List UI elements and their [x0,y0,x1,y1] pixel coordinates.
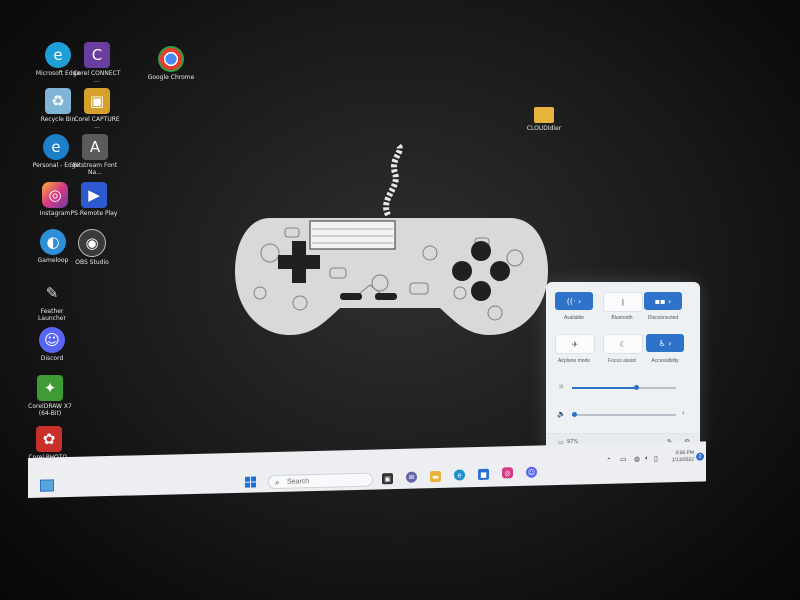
chevron-right-icon: › [665,296,672,306]
edge-icon: e [45,42,71,68]
store-button[interactable]: ■ [478,468,489,481]
edge-taskbar-button[interactable]: e [454,469,465,481]
vpn-toggle[interactable]: ▪▪ › [644,292,682,310]
file-explorer-icon: ▬ [432,472,439,481]
desktop-icon-google-chrome[interactable]: ● Google Chrome [146,46,196,81]
brightness-slider-fill [572,387,637,389]
font-navigator-icon: A [82,134,108,160]
desktop-icon-coreldraw[interactable]: ✦ CorelDRAW X7 (64-Bit) [25,375,75,417]
desktop-icon-obs-studio[interactable]: ◉ OBS Studio [67,229,117,266]
taskbar: ⌕ Search ▣ ✉ ▬ e ■ ◎ ☺ ⌃ ▭ ◍ ◖ ▯ 3:56 PM… [28,441,706,498]
clock-date: 1/13/2022 [671,456,694,464]
accessibility-toggle[interactable]: ♿ › [646,334,684,352]
airplane-icon: ✈ [571,339,579,349]
instagram-icon: ◎ [42,182,68,208]
task-view-icon: ▣ [384,474,391,483]
recycle-bin-icon: ♻ [45,88,71,114]
desktop-icon-label: OBS Studio [75,259,109,266]
volume-slider-thumb[interactable] [572,412,578,417]
corel-capture-icon: ▣ [84,88,110,114]
desktop: e Microsoft Edge C Corel CONNECT ... ● G… [0,0,800,600]
focus-assist-toggle[interactable]: ☾ [603,334,643,354]
discord-icon: ☺ [527,468,536,477]
desktop-icon-corel-connect[interactable]: C Corel CONNECT ... [72,42,122,84]
desktop-icon-cloudidler-folder[interactable]: ▬ CLOUDIdler [519,106,569,132]
desktop-icon-label: Google Chrome [147,74,195,81]
brightness-icon: ☼ [558,383,565,391]
airplane-mode-label: Airplane mode [557,358,591,364]
desktop-icon-bitstream-font[interactable]: A Bitstream Font Na... [70,134,120,176]
taskbar-search-box[interactable]: ⌕ Search [268,472,373,490]
battery-tray-icon[interactable]: ▯ [654,455,658,463]
corel-connect-icon: C [84,42,110,68]
chevron-right-icon: › [665,338,672,348]
desktop-icon-label: PS Remote Play [70,210,118,217]
tray-app-icon[interactable]: ▭ [620,455,627,463]
teams-chat-button[interactable]: ✉ [406,471,417,483]
chrome-icon: ● [158,46,184,72]
desktop-icon-label: Discord [40,355,64,362]
wifi-toggle[interactable]: ((· › [555,292,593,310]
wifi-label: Available [563,315,585,321]
wallpaper-controller-image [235,143,548,335]
desktop-icon-corel-capture[interactable]: ▣ Corel CAPTURE ... [72,88,122,130]
show-desktop-thumbnail-icon[interactable] [40,479,54,492]
desktop-icon-label: Corel CONNECT ... [73,70,121,84]
desktop-icon-discord[interactable]: ☺ Discord [27,327,77,362]
desktop-icon-label: Corel CAPTURE ... [74,116,120,130]
desktop-icon-label: CorelDRAW X7 (64-Bit) [28,403,72,417]
vpn-icon: ▪▪ [654,296,666,306]
bluetooth-icon: ᛒ [620,297,626,307]
search-placeholder: Search [287,478,310,486]
brightness-slider-thumb[interactable] [634,385,640,390]
desktop-icon-label: Bitstream Font Na... [72,162,118,176]
gameloop-icon: ◐ [40,229,66,255]
volume-icon: 🔈 [557,410,566,418]
accessibility-icon: ♿ [658,338,666,348]
feather-icon: ✎ [45,284,59,302]
obs-icon: ◉ [78,229,106,257]
network-icon[interactable]: ◍ [634,455,640,463]
discord-icon: ☺ [39,327,65,353]
windows-logo-icon [245,476,256,488]
brightness-slider[interactable] [572,385,676,390]
photo-paint-icon: ✿ [36,426,62,452]
volume-output-chevron-icon[interactable]: › [682,409,685,417]
start-button[interactable] [245,476,256,488]
moon-icon: ☾ [619,339,627,349]
search-icon: ⌕ [275,477,280,487]
bluetooth-toggle[interactable]: ᛒ [603,292,643,312]
desktop-icon-ps-remote-play[interactable]: ▶ PS Remote Play [69,182,119,217]
tray-overflow-chevron-icon[interactable]: ⌃ [606,457,612,465]
edge-icon: e [43,134,69,160]
desktop-icon-feather-launcher[interactable]: ✎ Feather Launcher [27,280,77,322]
store-icon: ■ [480,470,487,479]
coreldraw-icon: ✦ [37,375,63,401]
teams-chat-icon: ✉ [408,473,415,482]
discord-taskbar-button[interactable]: ☺ [526,466,537,478]
ps-remote-play-icon: ▶ [81,182,107,208]
instagram-taskbar-button[interactable]: ◎ [502,467,513,479]
file-explorer-button[interactable]: ▬ [430,470,441,483]
clock[interactable]: 3:56 PM 1/13/2022 [664,450,694,465]
quick-settings-panel: ((· › Available ᛒ Bluetooth ▪▪ › Disconn… [546,282,700,452]
instagram-icon: ◎ [504,468,511,477]
folder-icon: ▬ [534,106,554,124]
notification-badge[interactable]: 2 [696,452,704,461]
vpn-label: Disconnected [647,315,679,321]
speaker-icon[interactable]: ◖ [644,455,648,462]
airplane-mode-toggle[interactable]: ✈ [555,334,595,354]
desktop-icon-label: CLOUDIdler [526,125,562,132]
desktop-icon-label: Feather Launcher [38,308,66,322]
chevron-right-icon: › [575,296,582,306]
edge-icon: e [457,470,462,480]
wifi-icon: ((· [566,296,576,306]
task-view-button[interactable]: ▣ [382,473,393,485]
accessibility-label: Accessibility [651,358,679,364]
volume-slider[interactable] [572,412,676,417]
